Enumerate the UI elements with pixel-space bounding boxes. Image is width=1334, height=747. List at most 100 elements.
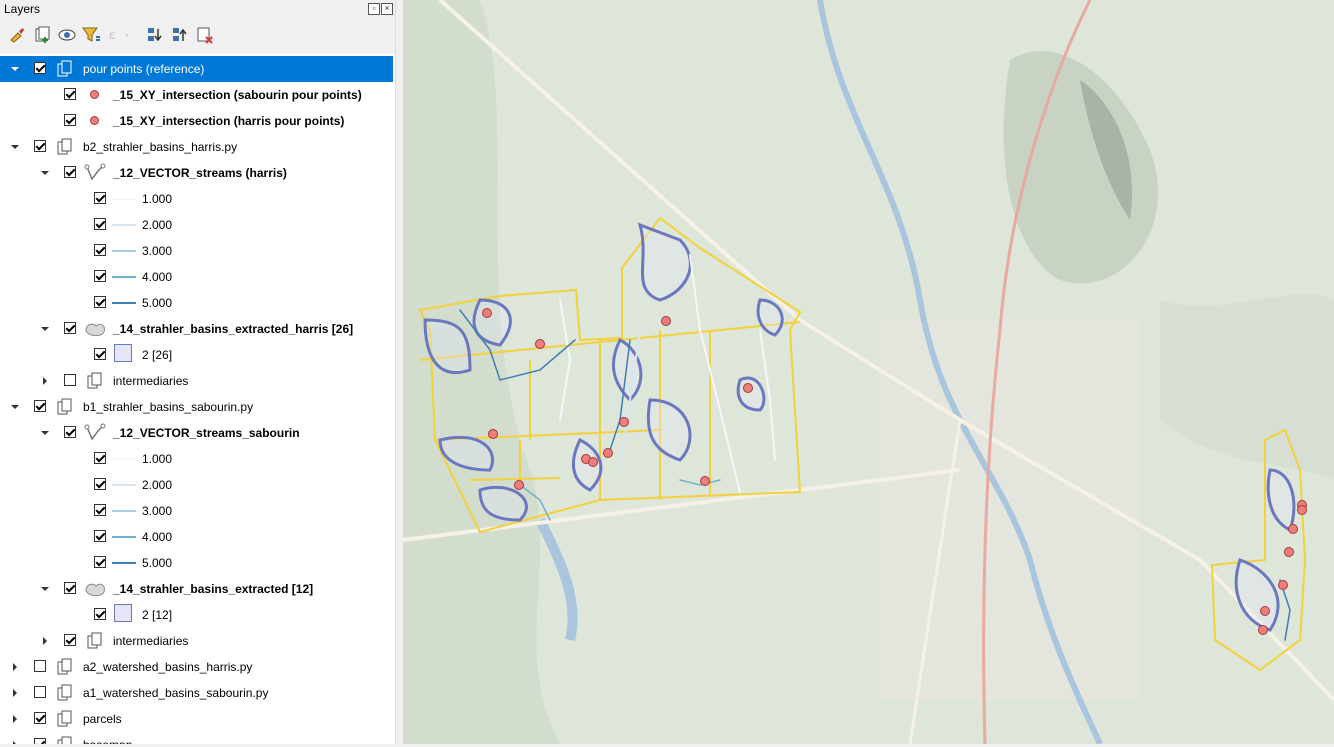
- layer-streams-harris[interactable]: _12_VECTOR_streams (harris): [0, 160, 393, 186]
- legend-visibility-checkbox[interactable]: [94, 218, 106, 230]
- map-canvas[interactable]: [402, 0, 1334, 746]
- legend-item-stream-1[interactable]: 1.000: [0, 186, 393, 212]
- expand-arrow-icon[interactable]: [40, 428, 50, 438]
- legend-item-basins-harris[interactable]: 2 [26]: [0, 342, 393, 368]
- layer-label: pour points (reference): [83, 62, 205, 76]
- legend-visibility-checkbox[interactable]: [94, 530, 106, 542]
- legend-visibility-checkbox[interactable]: [94, 556, 106, 568]
- layer-visibility-checkbox[interactable]: [34, 738, 46, 744]
- pour-point: [488, 429, 498, 439]
- point-symbol-icon: [90, 90, 99, 99]
- layer-group-b2-harris[interactable]: b2_strahler_basins_harris.py: [0, 134, 393, 160]
- layer-visibility-checkbox[interactable]: [64, 322, 76, 334]
- layer-visibility-checkbox[interactable]: [64, 374, 76, 386]
- legend-label: 3.000: [142, 504, 173, 518]
- layer-streams-sabourin[interactable]: _12_VECTOR_streams_sabourin: [0, 420, 393, 446]
- stream-symbol-icon: [112, 510, 136, 512]
- collapse-all-icon[interactable]: [170, 24, 190, 46]
- expand-arrow-icon[interactable]: [40, 584, 50, 594]
- legend-item-stream-5[interactable]: 5.000: [0, 550, 393, 576]
- layer-basins-sabourin[interactable]: _14_strahler_basins_extracted [12]: [0, 576, 393, 602]
- layer-visibility-checkbox[interactable]: [34, 712, 46, 724]
- collapsed-arrow-icon[interactable]: [10, 714, 20, 724]
- layer-visibility-checkbox[interactable]: [64, 426, 76, 438]
- layer-label: _12_VECTOR_streams_sabourin: [113, 426, 300, 440]
- add-group-icon[interactable]: [32, 24, 52, 46]
- pour-point: [482, 308, 492, 318]
- expand-arrow-icon[interactable]: [10, 142, 20, 152]
- expand-arrow-icon[interactable]: [40, 324, 50, 334]
- legend-item-stream-2[interactable]: 2.000: [0, 212, 393, 238]
- legend-label: 2.000: [142, 478, 173, 492]
- legend-item-stream-1[interactable]: 1.000: [0, 446, 393, 472]
- layer-group-intermediaries-sabourin[interactable]: intermediaries: [0, 628, 393, 654]
- legend-item-stream-3[interactable]: 3.000: [0, 498, 393, 524]
- collapsed-arrow-icon[interactable]: [10, 662, 20, 672]
- layer-visibility-checkbox[interactable]: [34, 686, 46, 698]
- layer-group-parcels[interactable]: parcels: [0, 706, 393, 732]
- layer-label: _14_strahler_basins_extracted [12]: [113, 582, 314, 596]
- layer-label: parcels: [83, 712, 122, 726]
- layer-visibility-checkbox[interactable]: [64, 634, 76, 646]
- manage-visibility-icon[interactable]: [57, 24, 77, 46]
- layer-basins-harris[interactable]: _14_strahler_basins_extracted_harris [26…: [0, 316, 393, 342]
- stream-symbol-icon: [112, 250, 136, 252]
- stream-symbol-icon: [112, 484, 136, 486]
- collapsed-arrow-icon[interactable]: [40, 376, 50, 386]
- legend-item-stream-4[interactable]: 4.000: [0, 524, 393, 550]
- filter-legend-icon[interactable]: [82, 24, 102, 46]
- layer-harris-pour-points[interactable]: _15_XY_intersection (harris pour points): [0, 108, 393, 134]
- style-manager-icon[interactable]: [7, 24, 27, 46]
- layer-visibility-checkbox[interactable]: [64, 166, 76, 178]
- expand-arrow-icon[interactable]: [10, 402, 20, 412]
- layer-visibility-checkbox[interactable]: [34, 140, 46, 152]
- layer-group-a1-sabourin[interactable]: a1_watershed_basins_sabourin.py: [0, 680, 393, 706]
- layer-sabourin-pour-points[interactable]: _15_XY_intersection (sabourin pour point…: [0, 82, 393, 108]
- legend-visibility-checkbox[interactable]: [94, 478, 106, 490]
- layer-visibility-checkbox[interactable]: [64, 88, 76, 100]
- layer-visibility-checkbox[interactable]: [34, 62, 46, 74]
- legend-item-stream-2[interactable]: 2.000: [0, 472, 393, 498]
- layer-visibility-checkbox[interactable]: [34, 400, 46, 412]
- layer-group-pour-points[interactable]: pour points (reference): [0, 56, 393, 82]
- legend-visibility-checkbox[interactable]: [94, 504, 106, 516]
- group-icon: [57, 658, 72, 675]
- remove-layer-icon[interactable]: [195, 24, 215, 46]
- expand-all-icon[interactable]: [145, 24, 165, 46]
- legend-visibility-checkbox[interactable]: [94, 296, 106, 308]
- layer-visibility-checkbox[interactable]: [34, 660, 46, 672]
- layer-label: a2_watershed_basins_harris.py: [83, 660, 253, 674]
- polygon-layer-icon: [85, 583, 105, 597]
- layer-visibility-checkbox[interactable]: [64, 114, 76, 126]
- legend-visibility-checkbox[interactable]: [94, 192, 106, 204]
- layer-group-intermediaries-harris[interactable]: intermediaries: [0, 368, 393, 394]
- collapsed-arrow-icon[interactable]: [10, 740, 20, 744]
- layer-group-b1-sabourin[interactable]: b1_strahler_basins_sabourin.py: [0, 394, 393, 420]
- basin-symbol-icon: [114, 344, 132, 362]
- legend-visibility-checkbox[interactable]: [94, 452, 106, 464]
- layer-label: b2_strahler_basins_harris.py: [83, 140, 238, 154]
- collapsed-arrow-icon[interactable]: [40, 636, 50, 646]
- layer-label: basemap: [83, 738, 132, 744]
- legend-item-stream-3[interactable]: 3.000: [0, 238, 393, 264]
- legend-visibility-checkbox[interactable]: [94, 270, 106, 282]
- stream-symbol-icon: [112, 224, 136, 226]
- layer-label: a1_watershed_basins_sabourin.py: [83, 686, 269, 700]
- legend-visibility-checkbox[interactable]: [94, 244, 106, 256]
- pour-point: [514, 480, 524, 490]
- layer-group-a2-harris[interactable]: a2_watershed_basins_harris.py: [0, 654, 393, 680]
- filter-expression-icon[interactable]: ε: [108, 24, 128, 46]
- collapsed-arrow-icon[interactable]: [10, 688, 20, 698]
- legend-item-stream-4[interactable]: 4.000: [0, 264, 393, 290]
- float-panel-icon[interactable]: ▫: [368, 3, 380, 15]
- legend-item-stream-5[interactable]: 5.000: [0, 290, 393, 316]
- legend-visibility-checkbox[interactable]: [94, 348, 106, 360]
- layer-group-basemap[interactable]: basemap: [0, 732, 393, 744]
- expand-arrow-icon[interactable]: [10, 64, 20, 74]
- legend-visibility-checkbox[interactable]: [94, 608, 106, 620]
- group-icon: [57, 60, 72, 77]
- layer-visibility-checkbox[interactable]: [64, 582, 76, 594]
- close-panel-icon[interactable]: ×: [381, 3, 393, 15]
- expand-arrow-icon[interactable]: [40, 168, 50, 178]
- legend-item-basins-sabourin[interactable]: 2 [12]: [0, 602, 393, 628]
